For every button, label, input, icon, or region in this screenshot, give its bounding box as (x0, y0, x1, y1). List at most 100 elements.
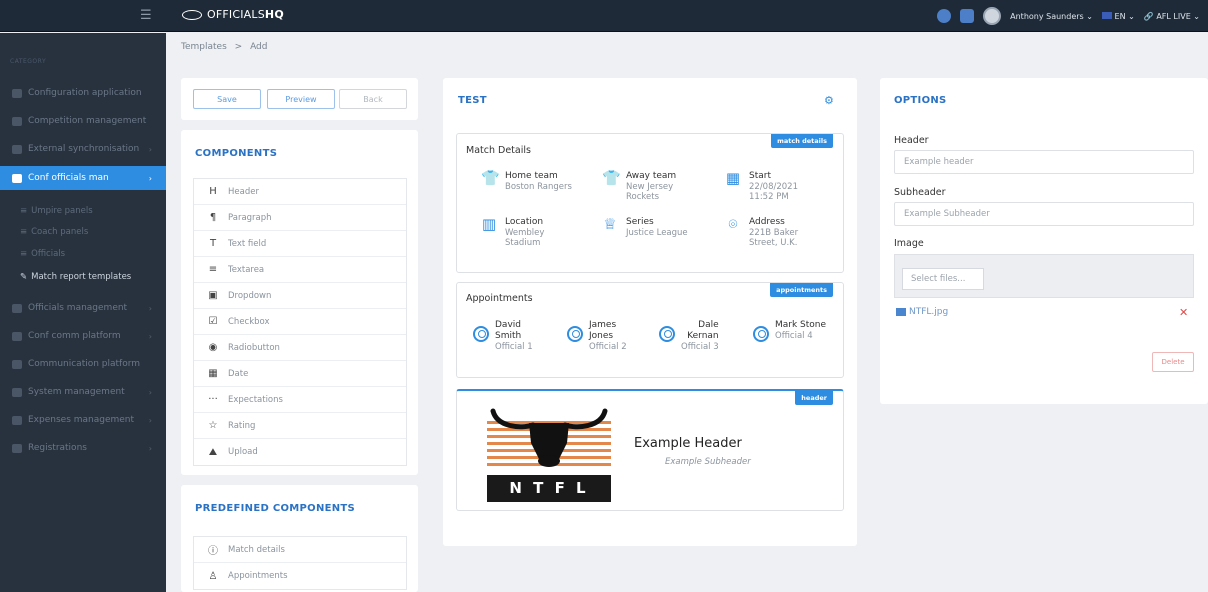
component-expectations[interactable]: ··· Expectations (194, 387, 406, 413)
component-date[interactable]: ▦ Date (194, 361, 406, 387)
sidebar-item-expenses[interactable]: Expenses management › (0, 409, 166, 431)
top-bar: ☰ OFFICIALSHQ Anthony Saunders ⌄ EN ⌄ 🔗 … (0, 0, 1208, 32)
megaphone-icon (12, 359, 22, 369)
users-icon (12, 303, 22, 313)
component-checkbox[interactable]: ☑ Checkbox (194, 309, 406, 335)
sidebar-item-competition[interactable]: Competition management (0, 110, 166, 132)
shirt-icon: 👕 (602, 169, 621, 187)
sidebar-subitem-officials[interactable]: ≡ Officials (20, 249, 65, 259)
header-title: Example Header (634, 436, 742, 451)
image-file-icon (896, 308, 906, 316)
info-icon: ⓘ (208, 546, 218, 557)
chevron-right-icon: › (148, 387, 152, 397)
notifications-icon[interactable] (960, 9, 975, 23)
sidebar-subitem-umpire-panels[interactable]: ≡ Umpire panels (20, 206, 93, 216)
breadcrumb-templates[interactable]: Templates (181, 42, 227, 52)
avatar[interactable] (983, 7, 1002, 25)
predefined-match-details[interactable]: ⓘ Match details (194, 537, 406, 563)
predefined-appointments[interactable]: ♙ Appointments (194, 563, 406, 589)
pencil-icon: ✎ (20, 272, 28, 282)
gear-icon[interactable]: ⚙ (824, 94, 834, 107)
select-files-button[interactable]: Select files... (902, 268, 984, 290)
component-textarea[interactable]: ≡ Textarea (194, 257, 406, 283)
user-circle-icon (567, 326, 583, 342)
star-icon: ☆ (208, 420, 218, 431)
list-icon: ≡ (20, 227, 28, 237)
appointments-block[interactable]: appointments Appointments David Smith Offi… (456, 282, 844, 378)
menu-toggle-icon[interactable]: ☰ (140, 8, 152, 23)
ntfl-logo: N T F L (487, 399, 611, 502)
league-menu[interactable]: 🔗 AFL LIVE ⌄ (1144, 12, 1200, 21)
top-bar-right: Anthony Saunders ⌄ EN ⌄ 🔗 AFL LIVE ⌄ (937, 7, 1200, 25)
component-radiobutton[interactable]: ◉ Radiobutton (194, 335, 406, 361)
breadcrumb-separator: > (234, 42, 243, 52)
brand-logo[interactable]: OFFICIALSHQ (182, 8, 284, 21)
remove-file-icon[interactable]: ✕ (1179, 306, 1188, 319)
location-pin-icon: ⌾ (728, 215, 738, 233)
location-cell: ▥ Location Wembley Stadium (481, 215, 545, 249)
back-button[interactable]: Back (339, 89, 407, 109)
sidebar-item-conf-comm[interactable]: Conf comm platform › (0, 325, 166, 347)
sidebar-subitem-match-report-templates[interactable]: ✎ Match report templates (20, 272, 131, 282)
subheader-label: Subheader (894, 187, 946, 198)
radio-icon: ◉ (208, 342, 218, 353)
delete-button[interactable]: Delete (1152, 352, 1194, 372)
sidebar-item-system[interactable]: System management › (0, 381, 166, 403)
clipboard-icon (12, 443, 22, 453)
plug-icon (12, 331, 22, 341)
preview-button[interactable]: Preview (267, 89, 335, 109)
sidebar-item-configuration[interactable]: Configuration application (0, 82, 166, 104)
match-details-title: Match Details (466, 145, 531, 156)
wallet-icon (12, 415, 22, 425)
building-icon: ▥ (481, 215, 497, 233)
appointments-title: Appointments (466, 293, 533, 304)
logo-text: N T F L (509, 479, 589, 497)
header-label: Header (894, 135, 929, 146)
predefined-list: ⓘ Match details ♙ Appointments (193, 536, 407, 590)
user-menu[interactable]: Anthony Saunders ⌄ (1010, 12, 1093, 21)
component-header[interactable]: H Header (194, 179, 406, 205)
chat-icon[interactable] (937, 9, 952, 23)
sync-icon (12, 144, 22, 154)
sidebar-item-external-sync[interactable]: External synchronisation › (0, 138, 166, 160)
chevron-right-icon: › (148, 144, 152, 154)
component-rating[interactable]: ☆ Rating (194, 413, 406, 439)
components-list: H Header ¶ Paragraph T Text field ≡ Textarea… (193, 178, 407, 466)
list-icon: ≡ (20, 249, 28, 259)
component-paragraph[interactable]: ¶ Paragraph (194, 205, 406, 231)
component-dropdown[interactable]: ▣ Dropdown (194, 283, 406, 309)
subheader-input[interactable]: Example Subheader (894, 202, 1194, 226)
header-input[interactable]: Example header (894, 150, 1194, 174)
appointment-person: Mark Stone Official 4 (753, 320, 826, 342)
start-cell: ▦ Start 22/08/2021 11:52 PM (725, 169, 798, 203)
brand-name: OFFICIALSHQ (207, 8, 284, 21)
match-details-block[interactable]: match details Match Details 👕 Home team B… (456, 133, 844, 273)
template-title: TEST (458, 95, 487, 106)
user-circle-icon (753, 326, 769, 342)
person-icon: ♙ (208, 570, 218, 582)
header-block[interactable]: header N T F L Example Header Example Su… (456, 389, 844, 511)
dropdown-icon: ▣ (208, 290, 218, 301)
document-icon (12, 173, 22, 183)
gear-icon (12, 387, 22, 397)
sidebar-item-communication[interactable]: Communication platform (0, 353, 166, 375)
sidebar-subitem-coach-panels[interactable]: ≡ Coach panels (20, 227, 88, 237)
image-label: Image (894, 238, 924, 249)
save-button[interactable]: Save (193, 89, 261, 109)
sidebar-item-registrations[interactable]: Registrations › (0, 437, 166, 459)
components-title: COMPONENTS (195, 148, 278, 159)
series-cell: ♕ Series Justice League (603, 215, 688, 239)
user-circle-icon (659, 326, 675, 342)
chevron-right-icon: › (148, 331, 152, 341)
chevron-right-icon: › (148, 303, 152, 313)
text-icon: T (209, 238, 217, 249)
component-upload[interactable]: ⛰ Upload (194, 439, 406, 465)
header-subtitle: Example Subheader (665, 457, 751, 467)
sidebar-item-officials-management[interactable]: Officials management › (0, 297, 166, 319)
sidebar-section-label: CATEGORY (10, 58, 47, 65)
textarea-icon: ≡ (208, 264, 218, 275)
language-menu[interactable]: EN ⌄ (1101, 11, 1135, 21)
component-text-field[interactable]: T Text field (194, 231, 406, 257)
sidebar-item-conf-officials[interactable]: Conf officials man › (0, 166, 166, 190)
uploaded-file[interactable]: NTFL.jpg (896, 307, 948, 317)
